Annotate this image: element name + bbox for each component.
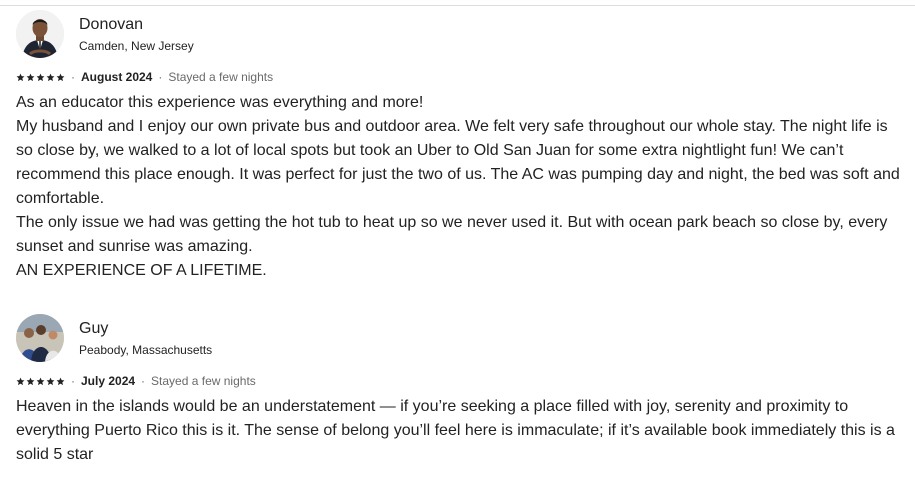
separator-dot: ·: [71, 374, 75, 388]
star-icon: [56, 377, 65, 386]
reviewer-location: Peabody, Massachusetts: [79, 342, 213, 357]
review-paragraph: My husband and I enjoy our own private b…: [16, 118, 900, 207]
star-icon: [46, 73, 55, 82]
avatar[interactable]: [16, 314, 64, 362]
review-date: August 2024: [81, 70, 153, 84]
avatar[interactable]: [16, 10, 64, 58]
review-meta: · August 2024 · Stayed a few nights: [16, 69, 906, 85]
review-card: Guy Peabody, Massachusetts · July 2024 ·…: [16, 314, 906, 467]
star-rating: [16, 73, 65, 82]
stay-length: Stayed a few nights: [151, 374, 256, 388]
separator-dot: ·: [141, 374, 146, 388]
reviewer-name: Guy: [79, 319, 109, 337]
star-icon: [16, 73, 25, 82]
separator-dot: ·: [158, 70, 163, 84]
review-text: As an educator this experience was every…: [16, 91, 906, 283]
star-icon: [36, 377, 45, 386]
star-icon: [26, 377, 35, 386]
star-icon: [36, 73, 45, 82]
star-icon: [56, 73, 65, 82]
stay-length: Stayed a few nights: [168, 70, 274, 84]
review-meta: · July 2024 · Stayed a few nights: [16, 373, 906, 389]
review-paragraph: AN EXPERIENCE OF A LIFETIME.: [16, 262, 267, 279]
star-rating: [16, 377, 65, 386]
reviewer-name: Donovan: [79, 15, 144, 33]
review-paragraph: Heaven in the islands would be an unders…: [16, 398, 895, 463]
separator-dot: ·: [71, 70, 75, 84]
top-divider: [0, 5, 915, 6]
star-icon: [26, 73, 35, 82]
review-header: Donovan Camden, New Jersey: [16, 10, 906, 58]
review-text: Heaven in the islands would be an unders…: [16, 395, 906, 467]
review-header: Guy Peabody, Massachusetts: [16, 314, 906, 362]
review-paragraph: As an educator this experience was every…: [16, 94, 424, 111]
star-icon: [16, 377, 25, 386]
reviewer-location: Camden, New Jersey: [79, 38, 194, 53]
review-card: Donovan Camden, New Jersey · August 2024…: [16, 10, 906, 283]
review-paragraph: The only issue we had was getting the ho…: [16, 214, 888, 255]
review-date: July 2024: [81, 374, 136, 388]
star-icon: [46, 377, 55, 386]
